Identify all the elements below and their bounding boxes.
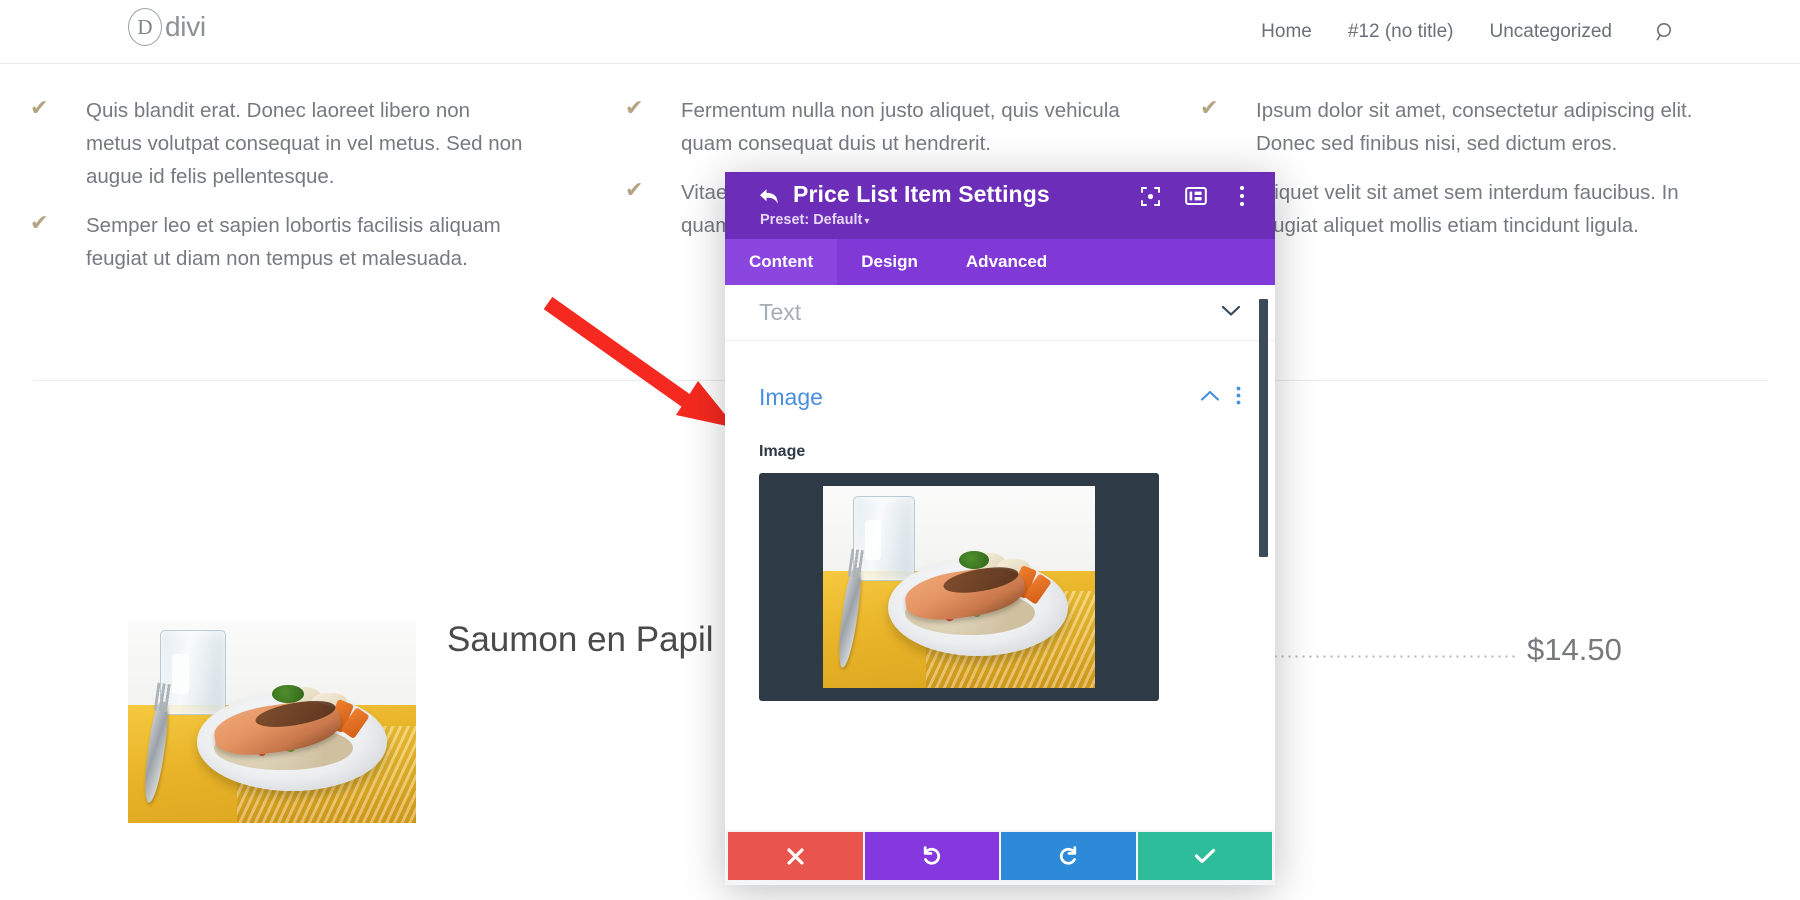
cancel-button[interactable] (728, 832, 863, 880)
feature-column-3: ✔ Ipsum dolor sit amet, consectetur adip… (1200, 94, 1740, 258)
more-options-icon[interactable] (1229, 183, 1255, 209)
feature-item-text: Quis blandit erat. Donec laoreet libero … (86, 99, 523, 188)
site-header: D divi Home #12 (no title) Uncategorized (0, 0, 1800, 64)
undo-button[interactable] (864, 832, 999, 880)
preset-label: Preset: Default (760, 212, 863, 228)
modal-header-icons (1137, 183, 1255, 209)
page-root: D divi Home #12 (no title) Uncategorized… (0, 0, 1800, 900)
price-item-amount: $14.50 (1527, 632, 1622, 667)
focus-view-icon[interactable] (1137, 183, 1163, 209)
tab-content[interactable]: Content (725, 239, 838, 285)
chevron-down-icon[interactable] (1221, 305, 1241, 320)
accordion-text-controls (1221, 305, 1241, 320)
divi-logo-mark: D (128, 8, 162, 46)
divi-logo-text: divi (165, 11, 206, 42)
price-item-thumbnail (128, 620, 416, 823)
image-field-label: Image (759, 443, 806, 460)
check-icon: ✔ (30, 210, 49, 235)
back-arrow-icon[interactable] (757, 186, 781, 212)
search-icon[interactable] (1650, 17, 1680, 47)
accordion-image-label: Image (759, 383, 823, 410)
accordion-image[interactable]: Image (725, 369, 1275, 425)
redo-button[interactable] (1001, 832, 1136, 880)
check-icon: ✔ (30, 95, 49, 120)
chevron-up-icon[interactable] (1200, 390, 1220, 405)
modal-body: Text Image Image (725, 285, 1275, 830)
accordion-image-controls (1200, 386, 1241, 408)
feature-item: ✔ Fermentum nulla non justo aliquet, qui… (625, 94, 1125, 160)
feature-item-text: Aliquet velit sit amet sem interdum fauc… (1256, 181, 1679, 237)
main-navigation: Home #12 (no title) Uncategorized (1261, 0, 1680, 64)
tab-design[interactable]: Design (837, 239, 942, 285)
accordion-text[interactable]: Text (725, 285, 1275, 341)
site-logo[interactable]: D divi (128, 8, 206, 46)
modal-header: Price List Item Settings Preset: Default… (725, 172, 1275, 239)
image-field-block: Image (725, 425, 1275, 701)
modal-footer (725, 830, 1275, 885)
modal-title: Price List Item Settings (793, 181, 1050, 207)
chevron-down-icon: ▾ (864, 216, 870, 227)
layout-panel-icon[interactable] (1183, 183, 1209, 209)
feature-item: ✔ Semper leo et sapien lobortis facilisi… (30, 209, 530, 275)
nav-link-uncategorized[interactable]: Uncategorized (1489, 21, 1612, 43)
preset-selector[interactable]: Preset: Default ▾ (760, 212, 869, 228)
modal-tabs: Content Design Advanced (725, 239, 1275, 285)
nav-link-post-12[interactable]: #12 (no title) (1348, 21, 1454, 43)
salmon-dish-photo (128, 620, 416, 823)
feature-item: ✔ Aliquet velit sit amet sem interdum fa… (1200, 176, 1740, 242)
feature-item: ✔ Quis blandit erat. Donec laoreet liber… (30, 94, 530, 193)
check-icon: ✔ (1200, 95, 1219, 120)
accordion-text-label: Text (759, 299, 802, 325)
image-preview-thumbnail (823, 486, 1095, 688)
price-item-title: Saumon en Papil (447, 620, 714, 659)
feature-item-text: Semper leo et sapien lobortis facilisis … (86, 214, 501, 270)
accordion-image-more-options-icon[interactable] (1236, 386, 1241, 408)
nav-link-home[interactable]: Home (1261, 21, 1312, 43)
feature-item-text: Fermentum nulla non justo aliquet, quis … (681, 99, 1120, 155)
price-list-item-settings-modal: Price List Item Settings Preset: Default… (725, 172, 1275, 885)
save-button[interactable] (1137, 832, 1272, 880)
salmon-dish-photo (823, 486, 1095, 688)
feature-item-text: Ipsum dolor sit amet, consectetur adipis… (1256, 99, 1693, 155)
accordion-spacer (725, 341, 1275, 369)
feature-item: ✔ Ipsum dolor sit amet, consectetur adip… (1200, 94, 1740, 160)
feature-column-1: ✔ Quis blandit erat. Donec laoreet liber… (30, 94, 530, 291)
check-icon: ✔ (625, 177, 644, 202)
check-icon: ✔ (625, 95, 644, 120)
tab-advanced[interactable]: Advanced (942, 239, 1071, 285)
modal-scrollbar-thumb[interactable] (1259, 299, 1268, 557)
image-upload-preview[interactable] (759, 473, 1159, 701)
